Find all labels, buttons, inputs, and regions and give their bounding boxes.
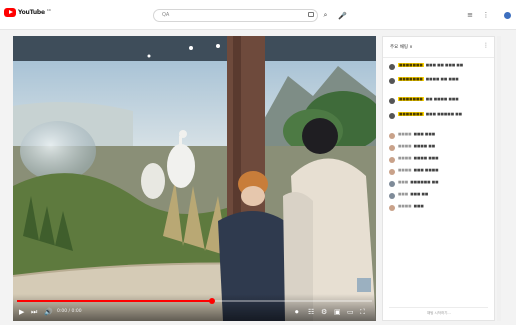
subtitles-icon[interactable]: ☷ [308, 308, 314, 316]
menu-icon[interactable]: ≡ [466, 11, 474, 19]
chat-message-body: ■■■ ■■■ ■■ [398, 192, 428, 197]
theater-icon[interactable]: ▭ [347, 308, 354, 316]
chat-message-body: ■■■■■■■ ■■ ■■■■ ■■■ [398, 97, 459, 102]
chat-author-avatar[interactable] [389, 133, 395, 139]
logo-text: YouTube [18, 9, 45, 16]
next-icon[interactable]: ⏭ [31, 308, 37, 316]
chat-message-text: ■■ ■■■■ ■■■ [425, 97, 459, 101]
player-controls: ▶ ⏭ 🔊 0:00 / 0:00 ⏺ ☷ ⚙ ▣ ▭ ⛶ [13, 294, 376, 321]
play-icon[interactable]: ▶ [19, 308, 24, 316]
chat-message-body: ■■■■ ■■■ ■■■■ [398, 168, 439, 173]
chat-message: ■■■ ■■■■■■ ■■ [389, 180, 489, 187]
chat-author-avatar[interactable] [389, 181, 395, 187]
fullscreen-icon[interactable]: ⛶ [360, 308, 365, 316]
chat-author-name[interactable]: ■■■■ [398, 156, 412, 160]
chat-message-text: ■■■■ ■■ ■■■ [425, 77, 459, 81]
video-player[interactable]: ▶ ⏭ 🔊 0:00 / 0:00 ⏺ ☷ ⚙ ▣ ▭ ⛶ [13, 36, 376, 321]
chat-message: ■■■■■■■ ■■■■ ■■ ■■■ [389, 77, 489, 84]
chat-message-text: ■■■ [413, 204, 424, 208]
chat-author-name[interactable]: ■■■■ [398, 144, 412, 148]
chat-message: ■■■ ■■■ ■■ [389, 192, 489, 199]
chat-message: ■■■■ ■■■ [389, 204, 489, 211]
chat-author-name[interactable]: ■■■■ [398, 204, 412, 208]
chat-message: ■■■■■■■ ■■ ■■■■ ■■■ [389, 97, 489, 104]
voice-search-button[interactable]: 🎤 [338, 10, 347, 21]
search-value: QA [162, 12, 170, 18]
volume-icon[interactable]: 🔊 [44, 308, 53, 316]
scrollbar[interactable] [497, 36, 501, 321]
chat-message-body: ■■■■ ■■■ ■■■ [398, 132, 435, 137]
settings-icon[interactable]: ⚙ [321, 308, 327, 316]
search-input[interactable]: QA [153, 9, 318, 22]
chat-message: ■■■■ ■■■ ■■■ [389, 132, 489, 139]
chat-message-text: ■■■■ ■■■ [413, 156, 439, 160]
chat-mode-dropdown[interactable]: 주요 채팅 ∨ [390, 44, 413, 50]
chat-message-text: ■■■ ■■ [410, 192, 429, 196]
chat-message-text: ■■■ ■■■■■ ■■ [425, 112, 463, 116]
chat-input[interactable]: 채팅 시작하기... [389, 307, 488, 318]
video-frame [13, 36, 376, 321]
chat-author-name[interactable]: ■■■■■■■ [398, 77, 424, 81]
chat-message: ■■■■■■■ ■■■ ■■ ■■■ ■■ [389, 63, 489, 70]
chat-message-body: ■■■■ ■■■■ ■■ [398, 144, 435, 149]
chat-author-name[interactable]: ■■■ [398, 180, 408, 184]
chat-message-text: ■■■ ■■■ [413, 132, 436, 136]
chat-author-name[interactable]: ■■■■ [398, 132, 412, 136]
chat-author-name[interactable]: ■■■■■■■ [398, 112, 424, 116]
chat-message-body: ■■■■ ■■■■ ■■■ [398, 156, 439, 161]
progress-scrubber[interactable] [209, 298, 216, 304]
chat-input-placeholder: 채팅 시작하기... [427, 311, 451, 315]
chat-message-body: ■■■■ ■■■ [398, 204, 424, 209]
chat-author-avatar[interactable] [389, 113, 395, 119]
search-icon: ⌕ [323, 11, 328, 19]
autoplay-icon[interactable]: ⏺ [295, 308, 299, 316]
chat-message-text: ■■■■■■ ■■ [410, 180, 439, 184]
chat-message: ■■■■■■■ ■■■ ■■■■■ ■■ [389, 112, 489, 119]
search-button[interactable]: ⌕ [320, 10, 331, 21]
chat-author-name[interactable]: ■■■■ [398, 168, 412, 172]
mic-icon: 🎤 [338, 11, 347, 20]
progress-bar[interactable] [17, 298, 372, 304]
chat-author-avatar[interactable] [389, 145, 395, 151]
miniplayer-icon[interactable]: ▣ [334, 308, 341, 316]
keyboard-icon[interactable] [308, 12, 314, 17]
chat-message-body: ■■■■■■■ ■■■■ ■■ ■■■ [398, 77, 459, 82]
chat-author-avatar[interactable] [389, 193, 395, 199]
time-display: 0:00 / 0:00 [57, 309, 82, 314]
chat-message: ■■■■ ■■■■ ■■■ [389, 156, 489, 163]
avatar[interactable] [504, 12, 511, 19]
chat-message: ■■■■ ■■■■ ■■ [389, 144, 489, 151]
chat-message-text: ■■■■ ■■ [413, 144, 436, 148]
chat-author-name[interactable]: ■■■■■■■ [398, 97, 424, 101]
progress-fill [17, 300, 213, 302]
chat-author-avatar[interactable] [389, 98, 395, 104]
chat-author-avatar[interactable] [389, 78, 395, 84]
chat-header: 주요 채팅 ∨ ⋮ [383, 37, 494, 58]
chat-author-avatar[interactable] [389, 169, 395, 175]
chat-message-text: ■■■ ■■ ■■■ ■■ [425, 63, 464, 67]
chat-author-name[interactable]: ■■■ [398, 192, 408, 196]
masthead: YouTube KR QA ⌕ 🎤 ≡ ⋮ [0, 0, 516, 30]
logo-country-code: KR [46, 7, 51, 12]
chat-message-body: ■■■ ■■■■■■ ■■ [398, 180, 439, 185]
chat-message-body: ■■■■■■■ ■■■ ■■■■■ ■■ [398, 112, 462, 117]
more-icon[interactable]: ⋮ [482, 11, 490, 19]
chat-author-avatar[interactable] [389, 64, 395, 70]
more-icon[interactable]: ⋮ [483, 42, 489, 49]
chat-author-avatar[interactable] [389, 157, 395, 163]
chat-message: ■■■■ ■■■ ■■■■ [389, 168, 489, 175]
chat-message-text: ■■■ ■■■■ [413, 168, 439, 172]
live-chat-panel: 주요 채팅 ∨ ⋮ ■■■■■■■ ■■■ ■■ ■■■ ■■ ■■■■■■■ ■■■… [382, 36, 495, 321]
chat-message-body: ■■■■■■■ ■■■ ■■ ■■■ ■■ [398, 63, 463, 68]
youtube-play-icon [4, 8, 16, 17]
chat-author-avatar[interactable] [389, 205, 395, 211]
youtube-logo[interactable]: YouTube KR [4, 8, 51, 17]
chat-author-name[interactable]: ■■■■■■■ [398, 63, 424, 67]
